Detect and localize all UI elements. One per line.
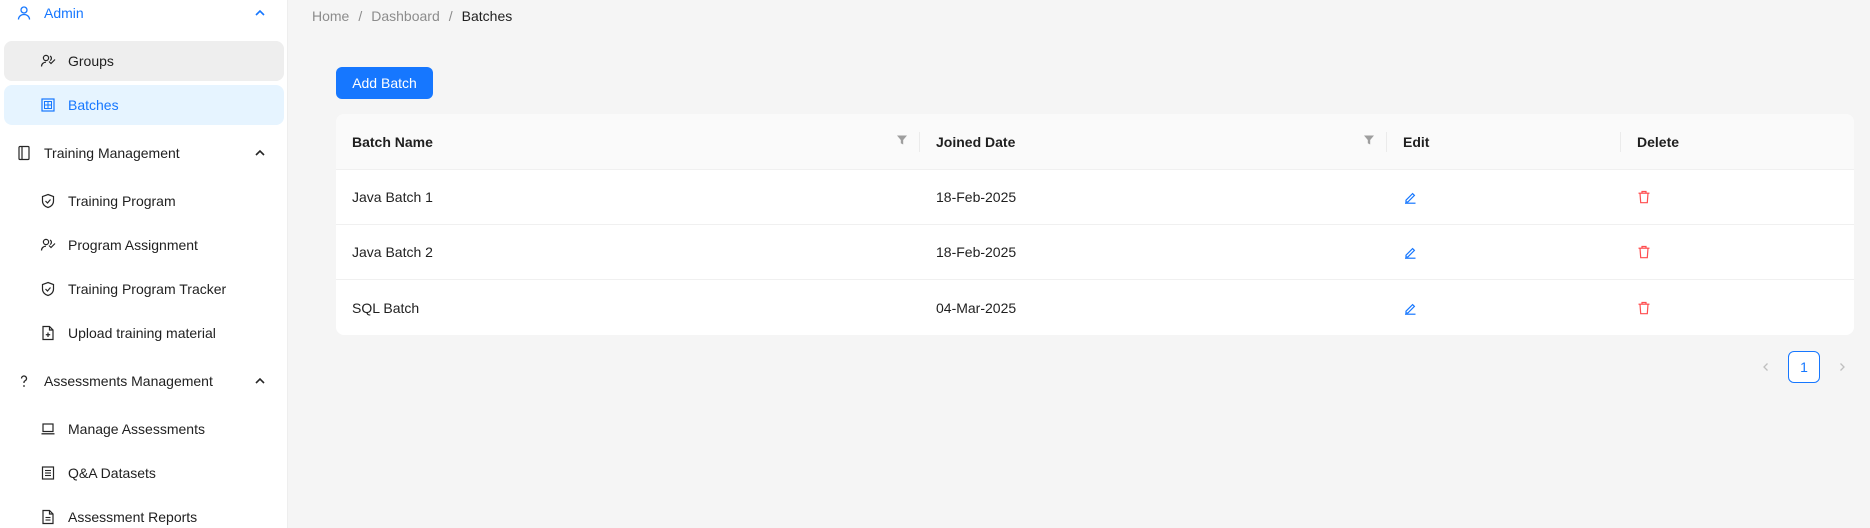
sidebar-item-training-program-tracker[interactable]: Training Program Tracker xyxy=(4,269,284,309)
list-icon xyxy=(41,466,55,480)
batch-name-cell: Java Batch 2 xyxy=(352,244,433,260)
batches-table: Batch Name Joined Date Edit Delete Java … xyxy=(336,114,1854,335)
sidebar-item-training-program[interactable]: Training Program xyxy=(4,181,284,221)
joined-date-cell: 04-Mar-2025 xyxy=(936,299,1017,316)
delete-icon[interactable] xyxy=(1637,245,1651,259)
sidebar-group-label: Admin xyxy=(44,5,84,21)
sidebar-group-label: Assessments Management xyxy=(44,373,213,389)
delete-cell xyxy=(1621,225,1854,279)
column-edit: Edit xyxy=(1387,114,1621,169)
column-header-label: Batch Name xyxy=(352,133,433,150)
delete-cell xyxy=(1621,170,1854,224)
sidebar-item-label: Manage Assessments xyxy=(68,421,205,437)
users-icon xyxy=(40,238,56,251)
laptop-icon xyxy=(41,423,55,435)
users-icon xyxy=(40,54,56,67)
sidebar-item-label: Assessment Reports xyxy=(68,509,198,525)
table-row: Java Batch 2 18-Feb-2025 xyxy=(336,225,1854,280)
sidebar-item-label: Groups xyxy=(68,53,114,69)
question-icon xyxy=(20,375,28,387)
joined-date-cell: 18-Feb-2025 xyxy=(936,189,1017,205)
sidebar-group-training-management[interactable]: Training Management xyxy=(0,131,287,175)
next-page-button[interactable] xyxy=(1826,351,1858,383)
breadcrumb-home[interactable]: Home xyxy=(312,8,349,24)
sidebar-item-label: Upload training material xyxy=(68,325,216,341)
delete-icon[interactable] xyxy=(1637,301,1651,315)
sidebar-item-program-assignment[interactable]: Program Assignment xyxy=(4,225,284,265)
user-icon xyxy=(17,6,31,20)
breadcrumb: Home / Dashboard / Batches xyxy=(312,8,512,24)
breadcrumb-separator: / xyxy=(448,8,453,24)
sidebar-item-batches[interactable]: Batches xyxy=(4,85,284,125)
edit-cell xyxy=(1387,225,1621,279)
sidebar-item-assessment-reports[interactable]: Assessment Reports xyxy=(4,497,284,528)
column-joined-date: Joined Date xyxy=(920,114,1387,169)
edit-icon[interactable] xyxy=(1403,245,1417,259)
add-batch-button[interactable]: Add Batch xyxy=(336,67,433,99)
filter-icon[interactable] xyxy=(896,134,908,146)
sidebar-group-label: Training Management xyxy=(44,145,180,161)
sidebar: Admin Groups Batches Training Management… xyxy=(0,0,288,528)
sidebar-group-admin[interactable]: Admin xyxy=(0,0,287,35)
main-content: Home / Dashboard / Batches Add Batch Bat… xyxy=(288,0,1870,528)
sidebar-item-label: Training Program Tracker xyxy=(68,281,227,297)
sidebar-item-qa-datasets[interactable]: Q&A Datasets xyxy=(4,453,284,493)
breadcrumb-current: Batches xyxy=(461,8,513,24)
edit-icon[interactable] xyxy=(1403,190,1417,204)
chevron-right-icon xyxy=(1840,363,1845,371)
column-batch-name: Batch Name xyxy=(336,114,920,169)
table-icon xyxy=(41,98,55,112)
edit-icon[interactable] xyxy=(1403,301,1417,315)
sidebar-item-label: Program Assignment xyxy=(68,237,198,253)
batch-name-cell: Java Batch 1 xyxy=(352,189,433,205)
table-header: Batch Name Joined Date Edit Delete xyxy=(336,114,1854,170)
chevron-up-icon[interactable] xyxy=(252,145,268,161)
previous-page-button[interactable] xyxy=(1750,351,1782,383)
sidebar-item-upload-training-material[interactable]: Upload training material xyxy=(4,313,284,353)
sidebar-item-label: Batches xyxy=(68,97,119,113)
edit-cell xyxy=(1387,280,1621,335)
column-header-label: Edit xyxy=(1403,133,1430,150)
delete-cell xyxy=(1621,280,1854,335)
shield-check-icon xyxy=(41,193,55,209)
file-text-icon xyxy=(42,509,54,525)
chevron-up-icon[interactable] xyxy=(252,5,268,21)
file-add-icon xyxy=(42,325,54,341)
column-delete: Delete xyxy=(1621,114,1854,169)
column-header-label: Joined Date xyxy=(936,133,1016,150)
chevron-up-icon[interactable] xyxy=(252,373,268,389)
batch-name-cell: SQL Batch xyxy=(352,299,420,316)
joined-date-cell: 18-Feb-2025 xyxy=(936,244,1017,260)
sidebar-item-label: Training Program xyxy=(68,193,176,209)
filter-icon[interactable] xyxy=(1363,134,1375,146)
delete-icon[interactable] xyxy=(1637,190,1651,204)
sidebar-group-assessments-management[interactable]: Assessments Management xyxy=(0,359,287,403)
breadcrumb-separator: / xyxy=(358,8,363,24)
shield-check-icon xyxy=(41,281,55,297)
sidebar-item-label: Q&A Datasets xyxy=(68,465,156,481)
chevron-left-icon xyxy=(1763,363,1768,371)
pagination: 1 xyxy=(1750,351,1858,383)
edit-cell xyxy=(1387,170,1621,224)
table-row: Java Batch 1 18-Feb-2025 xyxy=(336,170,1854,225)
sidebar-item-manage-assessments[interactable]: Manage Assessments xyxy=(4,409,284,449)
breadcrumb-dashboard[interactable]: Dashboard xyxy=(371,8,440,24)
page-number-button[interactable]: 1 xyxy=(1788,351,1820,383)
sidebar-item-groups[interactable]: Groups xyxy=(4,41,284,81)
table-row: SQL Batch 04-Mar-2025 xyxy=(336,280,1854,335)
book-icon xyxy=(18,145,30,161)
column-header-label: Delete xyxy=(1637,133,1680,150)
